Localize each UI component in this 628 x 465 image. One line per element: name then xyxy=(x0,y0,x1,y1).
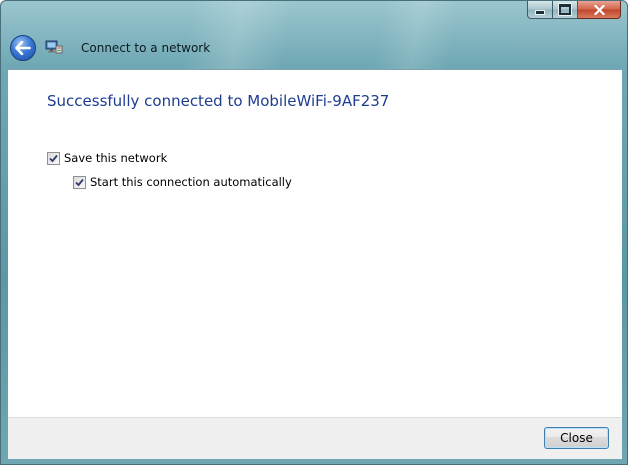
back-arrow-icon xyxy=(15,41,31,55)
content-area: Successfully connected to MobileWiFi-9AF… xyxy=(8,69,622,417)
close-button[interactable]: Close xyxy=(544,427,609,449)
auto-connect-option[interactable]: Start this connection automatically xyxy=(73,175,292,189)
window-bottom-border xyxy=(1,459,627,464)
save-network-label[interactable]: Save this network xyxy=(64,151,167,165)
close-x-icon xyxy=(593,4,605,15)
minimize-button[interactable] xyxy=(527,1,553,19)
dialog-footer: Close xyxy=(8,417,622,459)
maximize-icon xyxy=(559,4,571,15)
checkmark-icon xyxy=(75,178,84,186)
save-network-option[interactable]: Save this network xyxy=(47,151,167,165)
window-close-button[interactable] xyxy=(578,1,621,19)
dialog-window: Connect to a network Successfully connec… xyxy=(0,0,628,465)
minimize-icon xyxy=(535,10,545,15)
window-title: Connect to a network xyxy=(81,41,211,55)
auto-connect-label[interactable]: Start this connection automatically xyxy=(90,175,292,189)
auto-connect-checkbox[interactable] xyxy=(73,175,86,189)
network-connection-icon xyxy=(45,40,63,56)
back-button[interactable] xyxy=(10,35,36,61)
status-heading: Successfully connected to MobileWiFi-9AF… xyxy=(47,92,390,110)
checkmark-icon xyxy=(49,154,58,162)
save-network-checkbox[interactable] xyxy=(47,151,60,165)
maximize-button[interactable] xyxy=(553,1,578,19)
caption-buttons xyxy=(527,1,621,20)
